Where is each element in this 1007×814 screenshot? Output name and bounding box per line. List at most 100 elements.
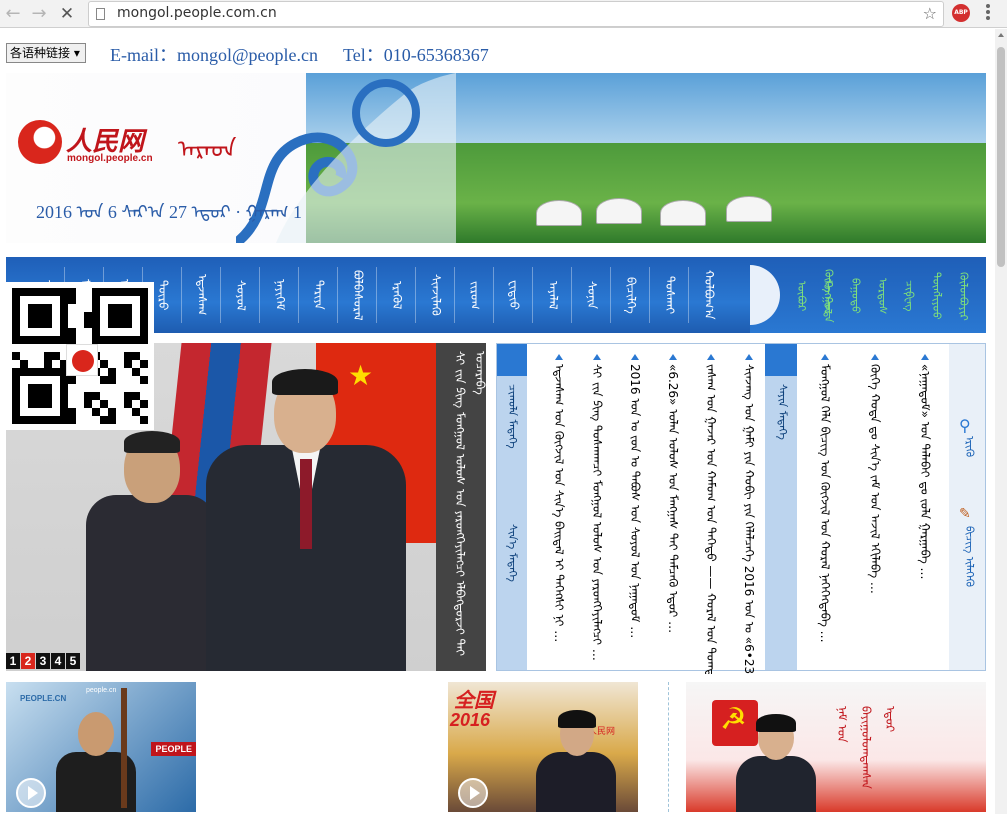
news-headline[interactable]: «6.26» ᠣᠯᠠᠨ ᠤᠯᠤᠰ ᠤᠨ ᠮᠠᠩᠭᠠᠰ ᠲᠠᠢ ᠲᠡᠮᠴᠡᠬᠦ ᠡ… [663, 364, 683, 674]
scrollbar-thumb[interactable] [997, 47, 1005, 267]
nav-separator [220, 267, 221, 323]
url-text[interactable]: mongol.people.com.cn [117, 5, 277, 21]
region-navigation: ᠥᠪᠥᠷ ᠮᠣᠩᠭᠣᠯ ᠬᠥᠬᠡ ᠬᠣᠲᠠ ᠪᠠᠭᠤᠲᠤ ᠣᠷᠳᠣᠰ ᠴᠢᠹᠧᠩ ᠲᠦᠩᠯ… [750, 257, 986, 333]
telephone-text: Tel：010-65368367 [343, 45, 489, 65]
nav-item[interactable]: ᠰᠣᠨᠢᠨ [574, 263, 610, 327]
region-nav-item[interactable]: ᠴᠢᠹᠧᠩ [896, 265, 922, 327]
tab-label-latest[interactable]: ᠰᠢᠨ᠎ᠡ ᠮᠡᠳᠡᠭᠡ [503, 524, 521, 582]
news-bullet-icon [871, 354, 879, 360]
search-icon[interactable]: ⚲ [959, 416, 971, 435]
menu-icon[interactable] [986, 4, 990, 22]
region-nav-item[interactable]: ᠲᠦᠩᠯᠢᠶᠣᠤ [923, 265, 949, 327]
slideshow-page-button[interactable]: 5 [66, 653, 80, 669]
email-link[interactable]: E-mail：mongol@people.cn [110, 41, 318, 67]
thumb-tag: PEOPLE [151, 742, 196, 756]
pencil-icon[interactable]: ✎ [959, 506, 971, 522]
scroll-up-icon[interactable] [998, 33, 1004, 37]
qr-logo-icon [66, 344, 98, 376]
slideshow-page-button[interactable]: 1 [6, 653, 20, 669]
nav-separator [181, 267, 182, 323]
browser-toolbar: ← → ✕ mongol.people.com.cn ☆ ABP [0, 0, 1007, 28]
play-icon[interactable] [458, 778, 488, 808]
dashed-divider [668, 682, 669, 812]
video-thumbnail-musician[interactable]: PEOPLE.CN people.cn PEOPLE [6, 682, 196, 812]
nav-item[interactable]: ᠰᠣᠶᠣᠯ [223, 263, 259, 327]
address-bar[interactable]: mongol.people.com.cn ☆ [88, 1, 944, 27]
nav-item[interactable]: ᠨᠡᠶᠢᠭᠡᠮ [262, 263, 298, 327]
nav-item[interactable]: ᠵᠢᠷᠤᠭ [457, 263, 493, 327]
video-thumbnail-congress[interactable]: 全国 2016 人民网 [448, 682, 638, 812]
news-headline[interactable]: ᠰᠢᠨᠵᠠᠩ ᠤᠨ ᠭᠠᠮᠢ ᠶᠢᠨ ᠬᠤᠪᠢ ᠶᠢᠨ ᠬᠡᠯᠡᠯᠴᠡᠭᠡ 20… [739, 364, 759, 674]
person-right [206, 369, 406, 671]
yurt-icon [726, 196, 772, 222]
top-contact-bar: 各语种链接 ▾ E-mail：mongol@people.cn Tel：010-… [0, 29, 995, 73]
news-headline[interactable]: ᠮᠣᠩᠭᠣᠯ ᠬᠡᠯᠡ ᠪᠢᠴᠢᠭ ᠤᠨ ᠬᠥᠭᠵᠢᠯ ᠤᠨ ᠬᠤᠷᠠᠯ ᠨᠡᠭ… [815, 364, 835, 674]
slideshow-caption[interactable]: ᠰᠢ ᠵᠢᠨ ᠫᠢᠩ ᠮᠣᠩᠭᠣᠯ ᠤᠯᠤᠰ ᠤᠨ ᠶᠡᠷᠦᠩᠬᠡᠶᠢᠯᠡᠭᠴᠢ… [436, 343, 487, 671]
vertical-scrollbar[interactable] [995, 29, 1007, 814]
adblock-icon[interactable]: ABP [952, 4, 970, 22]
nav-item[interactable]: ᠡᠷᠡᠬᠦᠯ [379, 263, 415, 327]
forward-arrow-icon[interactable]: → [28, 3, 50, 25]
stop-loading-icon[interactable]: ✕ [56, 3, 78, 25]
nav-separator [259, 267, 260, 323]
region-nav-item[interactable]: ᠬᠥᠯᠦᠨᠪᠤᠶᠢᠷ [950, 265, 976, 327]
nav-separator [415, 267, 416, 323]
language-select[interactable]: 各语种链接 ▾ [6, 43, 86, 63]
nav-item[interactable]: ᠬᠣᠯᠪᠤᠭ᠎ᠠ [691, 263, 727, 327]
slideshow-page-button[interactable]: 4 [51, 653, 65, 669]
nav-item[interactable]: ᠲᠤᠰᠬᠠᠢ [652, 263, 688, 327]
banner-mongol-text-2: ᠪᠠᠶᠢᠭᠤᠯᠤᠭᠳᠠᠭᠰᠠᠨ [859, 706, 873, 789]
search-label[interactable]: ᠡᠷᠢᠬᠦ [960, 436, 976, 457]
slideshow-page-button[interactable]: 2 [21, 653, 35, 669]
nav-item[interactable]: ᠪᠢᠴᠢᠯᠭᠡ [613, 263, 649, 327]
swirl-cap-icon [765, 344, 797, 376]
news-headline[interactable]: ᠡᠳ᠋ᠵᠠᠰᠠᠭ ᠤᠨ ᠬᠥᠭᠵᠢᠯ ᠤᠨ ᠰᠢᠨ᠎ᠡ ᠪᠠᠢᠳᠠᠯ ᠢ ᠳᠡᠭ… [549, 364, 569, 674]
slideshow-page-button[interactable]: 3 [36, 653, 50, 669]
leader-figure [736, 714, 816, 812]
bookmark-star-icon[interactable]: ☆ [923, 4, 937, 23]
banner-mongol-text-1: ᠨᠠᠮ ᠤᠨ [835, 706, 849, 743]
person-left [86, 431, 216, 671]
nav-item[interactable]: ᠡᠳ᠋ᠵᠠᠰᠠᠭ [184, 263, 220, 327]
news-bullet-icon [707, 354, 715, 360]
site-logo-mongol: ᠠᠷᠠᠳ [178, 135, 237, 163]
yurt-icon [536, 200, 582, 226]
news-headline[interactable]: ᠰᠢ ᠵᠢᠨ ᠫᠢᠩ ᠳᠤᠰᠬᠠᠭᠴᠢ ᠮᠣᠩᠭᠣᠯ ᠤᠯᠤᠰ ᠤᠨ ᠶᠡᠷᠦᠩ… [587, 364, 607, 674]
nav-separator [376, 267, 377, 323]
nav-item[interactable]: ᠰᠢᠨᠵᠢᠯᠡᠬᠦ [418, 263, 454, 327]
nav-item[interactable]: ᠲᠠᠷᠢᠶᠠ [301, 263, 337, 327]
news-headline[interactable]: 2016 ᠣᠨ ᠤ ᠵᠤᠨ ᠤ ᠳᠠᠪᠤᠰ ᠤᠨ ᠰᠣᠶᠣᠯ ᠤᠨ ᠨᠠᠭᠠᠳᠤ… [625, 364, 645, 674]
news-tab-right[interactable]: ᠰᠠᠶᠢᠨ ᠮᠡᠳᠡᠭᠡ [765, 344, 797, 670]
horsehead-fiddle [121, 688, 127, 808]
tab-label-headlines[interactable]: ᠴᠢᠬᠤᠯᠠ ᠮᠡᠳᠡᠭᠡ [503, 384, 521, 449]
slideshow-pager: 12345 [6, 653, 81, 669]
news-bullet-icon [745, 354, 753, 360]
delegate-figure [536, 710, 616, 812]
news-tab-left[interactable]: ᠴᠢᠬᠤᠯᠠ ᠮᠡᠳᠡᠭᠡ ᠰᠢᠨ᠎ᠡ ᠮᠡᠳᠡᠭᠡ [497, 344, 527, 670]
news-list-main: ᠰᠢᠨᠵᠠᠩ ᠤᠨ ᠭᠠᠮᠢ ᠶᠢᠨ ᠬᠤᠪᠢ ᠶᠢᠨ ᠬᠡᠯᠡᠯᠴᠡᠭᠡ 20… [527, 344, 765, 674]
region-nav-item[interactable]: ᠬᠥᠬᠡ ᠬᠣᠲᠠ [815, 265, 841, 327]
nav-separator [454, 267, 455, 323]
nav-separator [298, 267, 299, 323]
news-headline[interactable]: «ᠨᠠᠭᠠᠳᠤᠮ» ᠤᠨ ᠲᠠᠯᠠᠪᠠᠢ ᠳᠤ ᠵᠤᠯᠠ ᠭᠠᠷᠭᠠᠪᠠ … [915, 364, 935, 674]
feature-banner-party[interactable]: ᠨᠠᠮ ᠤᠨ ᠪᠠᠶᠢᠭᠤᠯᠤᠭᠳᠠᠭᠰᠠᠨ ᠡᠳᠦᠷ [686, 682, 986, 812]
region-nav-item[interactable]: ᠥᠪᠥᠷ ᠮᠣᠩᠭᠣᠯ [788, 265, 834, 327]
news-bullet-icon [631, 354, 639, 360]
thumb-site-text: people.cn [86, 687, 117, 694]
back-arrow-icon[interactable]: ← [2, 3, 24, 25]
page-icon [96, 8, 105, 20]
tab-label-good-news[interactable]: ᠰᠠᠶᠢᠨ ᠮᠡᠳᠡᠭᠡ [773, 384, 792, 440]
news-headline[interactable]: ᠵᠠᠰᠠᠭ ᠤᠨ ᠭᠠᠵᠠᠷ ᠤᠨ ᠬᠠᠮᠤᠭ ᠤᠨ ᠳᠡᠭᠡᠳᠦ —— ᠬᠤᠷ… [701, 364, 721, 674]
people-logo-icon[interactable] [18, 120, 62, 164]
region-nav-item[interactable]: ᠪᠠᠭᠤᠲᠤ [842, 265, 868, 327]
nav-item[interactable]: ᠸᠢᠳᠢᠣ [496, 263, 532, 327]
news-headline[interactable]: ᠬᠥᠬᠡ ᠬᠣᠲᠠ ᠳᠤ ᠰᠢᠨ᠎ᠡ ᠵᠠᠮ ᠤᠨ ᠠᠵᠢᠯ ᠡᠬᠢᠯᠡᠪᠡ … [865, 364, 885, 674]
date-display: 2016 ᠣᠨ 6 ᠰᠠᠷ᠎ᠠ 27 ᠡᠳᠦᠷ · ᠭᠠᠷᠠᠭ 1 [36, 202, 303, 222]
write-label[interactable]: ᠪᠢᠴᠢᠭ ᠢᠯᠡᠭᠡᠬᠦ [960, 526, 976, 587]
play-icon[interactable] [16, 778, 46, 808]
nav-item[interactable]: ᠠᠶᠠᠯᠠᠯ [535, 263, 571, 327]
nav-separator [337, 267, 338, 323]
language-select-label: 各语种链接 [10, 46, 71, 60]
nav-item[interactable]: ᠪᠣᠯᠪᠠᠰᠤᠷᠠᠯ [340, 263, 376, 327]
region-nav-item[interactable]: ᠣᠷᠳᠣᠰ [869, 265, 895, 327]
